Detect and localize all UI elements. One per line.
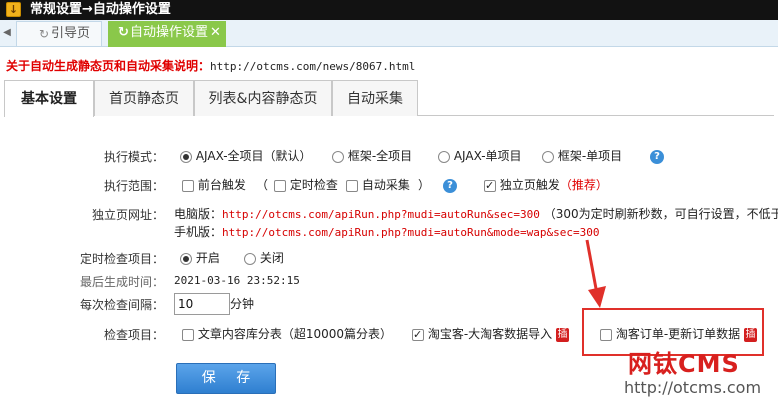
paren-open: （ — [256, 178, 269, 192]
mode-option-label: 框架-全项目 — [347, 149, 413, 163]
check-item-label: 淘宝客-大淘客数据导入 — [427, 327, 553, 341]
last-time-value: 2021-03-16 23:52:15 — [174, 274, 300, 287]
watermark-url: http://otcms.com — [624, 378, 762, 397]
mode-option-ajax-single[interactable]: AJAX-单项目 — [438, 148, 522, 164]
tab-basic-settings[interactable]: 基本设置 — [4, 80, 94, 117]
interval-label: 每次检查间隔： — [79, 298, 164, 312]
notice-label: 关于自动生成静态页和自动采集说明： — [6, 59, 211, 73]
timed-off-label: 关闭 — [259, 251, 284, 265]
notice-line: 关于自动生成静态页和自动采集说明：http://otcms.com/news/8… — [6, 57, 415, 74]
interval-input[interactable] — [174, 293, 230, 315]
refresh-icon[interactable]: ↻ — [118, 21, 129, 45]
close-icon[interactable]: ✕ — [210, 21, 221, 45]
mode-option-frame-all[interactable]: 框架-全项目 — [332, 148, 412, 164]
scope-label: 执行范围： — [103, 179, 164, 193]
scope-timed-label: 定时检查 — [289, 178, 338, 192]
interval-unit: 分钟 — [230, 297, 255, 311]
radio-icon[interactable] — [542, 150, 554, 163]
tab-auto-operation[interactable]: ↻ 自动操作设置 ✕ — [108, 21, 226, 47]
check-items-label: 检查项目： — [103, 328, 164, 342]
tab-guide[interactable]: ↻ 引导页 — [16, 21, 102, 46]
checkbox-icon[interactable] — [274, 179, 286, 192]
check-item-label: 文章内容库分表（超10000篇分表） — [197, 327, 393, 341]
radio-icon[interactable] — [244, 252, 256, 265]
tab-list-content-static[interactable]: 列表&内容静态页 — [194, 80, 332, 116]
tab-guide-label: 引导页 — [51, 26, 91, 41]
pc-url-link[interactable]: http://otcms.com/apiRun.php?mudi=autoRun… — [222, 208, 540, 221]
scope-standalone-label: 独立页触发 — [499, 178, 560, 192]
checkbox-icon[interactable] — [412, 327, 424, 343]
timed-check-on[interactable]: 开启 — [180, 250, 220, 266]
tab-strip: ◀ ↻ 引导页 ↻ 自动操作设置 ✕ — [0, 20, 778, 47]
scope-standalone-trigger[interactable]: 独立页触发（推荐） — [484, 177, 608, 194]
mode-option-label: 框架-单项目 — [557, 149, 623, 163]
scope-collect-label: 自动采集 — [361, 178, 410, 192]
watermark-logo: 网钛CMS — [628, 350, 740, 378]
save-button[interactable]: 保 存 — [176, 363, 276, 394]
mode-option-label: AJAX-单项目 — [453, 149, 522, 163]
timed-check-label: 定时检查项目： — [79, 252, 164, 266]
plugin-badge: 插 — [556, 327, 569, 342]
check-item-taobao-import[interactable]: 淘宝客-大淘客数据导入 插 — [412, 326, 569, 343]
last-time-label: 最后生成时间： — [79, 275, 164, 289]
refresh-icon[interactable]: ↻ — [39, 22, 49, 46]
settings-tabs: 基本设置 首页静态页 列表&内容静态页 自动采集 — [4, 80, 774, 117]
radio-icon[interactable] — [180, 252, 192, 265]
check-item-article-split[interactable]: 文章内容库分表（超10000篇分表） — [182, 326, 392, 342]
pc-label: 电脑版： — [174, 207, 223, 221]
title-bar: ↓ 常规设置→自动操作设置 — [0, 0, 778, 20]
annotation-arrow-icon — [585, 239, 606, 308]
radio-icon[interactable] — [332, 150, 344, 163]
tab-home-static[interactable]: 首页静态页 — [94, 80, 194, 116]
scroll-left-icon[interactable]: ◀ — [2, 26, 12, 40]
checkbox-icon[interactable] — [182, 179, 194, 192]
mobile-url-link[interactable]: http://otcms.com/apiRun.php?mudi=autoRun… — [222, 226, 600, 239]
scope-auto-collect[interactable]: 自动采集 — [346, 177, 410, 193]
page-title: 常规设置→自动操作设置 — [30, 2, 171, 17]
timed-check-off[interactable]: 关闭 — [244, 250, 284, 266]
radio-icon[interactable] — [438, 150, 450, 163]
help-icon[interactable]: ? — [443, 177, 457, 193]
download-icon: ↓ — [6, 2, 21, 17]
notice-link[interactable]: http://otcms.com/news/8067.html — [210, 60, 415, 73]
recommend-note: （推荐） — [559, 178, 608, 192]
tab-auto-operation-label: 自动操作设置 — [130, 25, 209, 40]
checkbox-icon[interactable] — [346, 179, 358, 192]
mode-option-label: AJAX-全项目（默认） — [195, 149, 312, 163]
paren-close: ） — [418, 178, 431, 192]
help-icon[interactable]: ? — [650, 148, 664, 164]
tab-auto-collect[interactable]: 自动采集 — [332, 80, 418, 116]
checkbox-icon[interactable] — [484, 178, 496, 194]
mobile-label: 手机版： — [174, 225, 223, 239]
mode-option-frame-single[interactable]: 框架-单项目 — [542, 148, 622, 164]
timed-on-label: 开启 — [195, 251, 220, 265]
scope-front-trigger[interactable]: 前台触发 — [182, 177, 246, 193]
standalone-url-label: 独立页网址： — [91, 208, 164, 222]
mode-label: 执行模式： — [103, 150, 164, 164]
scope-timed-check[interactable]: 定时检查 — [274, 177, 338, 193]
mobile-url-row: 手机版：http://otcms.com/apiRun.php?mudi=aut… — [174, 224, 600, 241]
radio-icon[interactable] — [180, 150, 192, 163]
checkbox-icon[interactable] — [182, 328, 194, 341]
pc-url-row: 电脑版：http://otcms.com/apiRun.php?mudi=aut… — [174, 206, 778, 223]
pc-note: （300为定时刷新秒数，可自行设置，不低于60） — [543, 207, 778, 221]
mode-option-ajax-all[interactable]: AJAX-全项目（默认） — [180, 148, 312, 164]
scope-front-label: 前台触发 — [197, 178, 246, 192]
